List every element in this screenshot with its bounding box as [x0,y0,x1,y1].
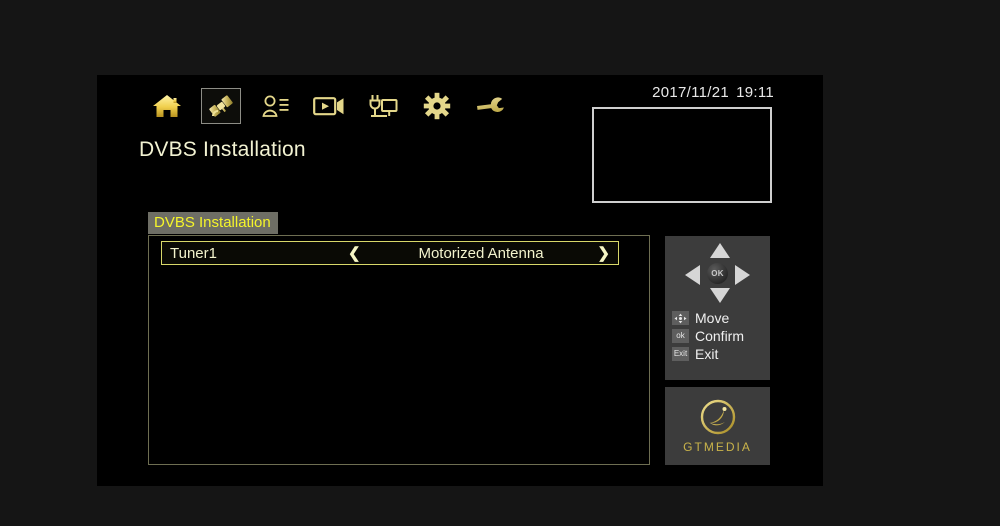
page-title: DVBS Installation [139,138,306,161]
main-menu-iconbar [147,88,511,124]
list-row-tuner1[interactable]: Tuner1 ❮ Motorized Antenna ❯ [161,241,619,265]
legend-confirm: ok Confirm [672,328,770,344]
settings-list-panel: Tuner1 ❮ Motorized Antenna ❯ [148,235,650,465]
brand-name: GTMEDIA [683,440,752,454]
satellite-icon[interactable] [201,88,241,124]
row-label: Tuner1 [170,244,217,262]
exit-badge-icon: Exit [672,347,689,361]
tab-dvbs-installation[interactable]: DVBS Installation [148,212,278,234]
gear-icon[interactable] [417,88,457,124]
home-icon[interactable] [147,88,187,124]
legend-label: Exit [695,346,719,362]
wrench-icon[interactable] [471,88,511,124]
brand-panel: GTMEDIA [665,387,770,465]
arrow-down-icon[interactable] [710,288,730,303]
chevron-right-icon[interactable]: ❯ [597,244,610,262]
arrow-left-icon[interactable] [685,265,700,285]
row-value: Motorized Antenna [418,244,544,262]
time-text: 19:11 [736,84,774,101]
ok-badge-icon: ok [672,329,689,343]
user-settings-icon[interactable] [255,88,295,124]
datetime-display: 2017/11/21 19:11 [594,84,774,101]
arrow-right-icon[interactable] [735,265,750,285]
legend-label: Confirm [695,328,745,344]
navigation-help-panel: OK Move ok Confirm Exit Exit [665,236,770,380]
chevron-left-icon[interactable]: ❮ [348,244,361,262]
ok-button[interactable]: OK [707,263,728,284]
media-player-icon[interactable] [309,88,349,124]
satellite-dish-logo-icon [700,399,735,435]
legend-exit: Exit Exit [672,346,770,362]
dpad-graphic: OK [665,240,770,306]
dpad-badge-icon [672,311,689,325]
arrow-up-icon[interactable] [710,243,730,258]
tab-strip: DVBS Installation [148,212,278,234]
osd-screen: DVBS Installation 2017/11/21 19:11 DVBS I… [97,75,823,486]
screen-root: DVBS Installation 2017/11/21 19:11 DVBS I… [0,0,1000,526]
system-connect-icon[interactable] [363,88,403,124]
date-text: 2017/11/21 [652,84,730,101]
legend-move: Move [672,310,770,326]
legend-label: Move [695,310,730,326]
video-preview-window [592,107,772,203]
